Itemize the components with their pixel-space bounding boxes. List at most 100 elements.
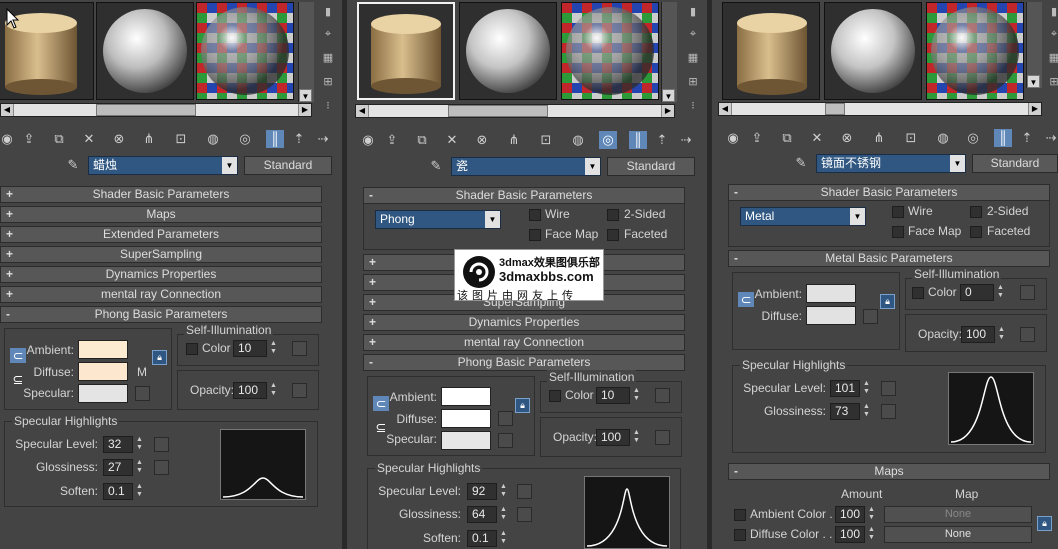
backlight-icon[interactable]: ⌖ xyxy=(320,26,336,42)
material-type-button[interactable]: Standard xyxy=(607,157,695,176)
backlight-icon[interactable]: ⌖ xyxy=(1046,26,1058,42)
spinner-arrows-icon[interactable]: ▲ ▼ xyxy=(861,403,872,420)
sample-slot-checker-sphere[interactable] xyxy=(926,2,1024,100)
specular-level-map-button[interactable] xyxy=(517,484,532,499)
sample-slots-vertical-scrollbar[interactable]: ▼ xyxy=(1026,2,1042,88)
sample-slots-vertical-scrollbar[interactable]: ▼ xyxy=(298,2,314,102)
chevron-down-icon[interactable]: ▼ xyxy=(585,158,600,175)
diffuse-map-button[interactable] xyxy=(498,411,513,426)
faceted-checkbox[interactable] xyxy=(607,229,619,241)
face-map-checkbox[interactable] xyxy=(529,229,541,241)
get-material-icon[interactable]: ◉ xyxy=(0,130,16,148)
opacity-map-button[interactable] xyxy=(292,383,307,398)
make-copy-icon[interactable]: ⊗ xyxy=(473,131,491,149)
scrollbar-thumb[interactable] xyxy=(96,104,196,116)
put-to-library-icon[interactable]: ⊡ xyxy=(172,130,190,148)
spinner-arrows-icon[interactable]: ▲ ▼ xyxy=(134,483,145,500)
ambient-color-map-button[interactable]: None xyxy=(884,506,1032,523)
material-name-field[interactable]: 镜面不锈钢 ▼ xyxy=(816,154,966,173)
lock-icon[interactable]: 🔒︎ xyxy=(152,350,167,365)
spinner-arrows-icon[interactable]: ▲ ▼ xyxy=(268,340,279,357)
spinner-arrows-icon[interactable]: ▲ ▼ xyxy=(498,483,509,500)
ambient-color-swatch[interactable] xyxy=(78,340,128,359)
sample-slots-horizontal-scrollbar[interactable]: ◀ ▶ xyxy=(718,102,1042,116)
shader-type-dropdown[interactable]: Phong ▼ xyxy=(375,210,501,229)
sample-slot-sphere[interactable] xyxy=(96,2,194,100)
reset-map-icon[interactable]: ✕ xyxy=(443,131,461,149)
scroll-right-icon[interactable]: ▶ xyxy=(661,105,674,117)
wire-checkbox[interactable] xyxy=(892,206,904,218)
go-forward-sibling-icon[interactable]: ⇢ xyxy=(314,130,332,148)
spinner-arrows-icon[interactable]: ▲ ▼ xyxy=(995,284,1006,301)
sample-slots-horizontal-scrollbar[interactable]: ◀ ▶ xyxy=(355,104,675,118)
faceted-checkbox[interactable] xyxy=(970,226,982,238)
scroll-left-icon[interactable]: ◀ xyxy=(356,105,369,117)
get-material-icon[interactable]: ◉ xyxy=(359,131,377,149)
glossiness-map-button[interactable] xyxy=(517,507,532,522)
sample-slot-cylinder[interactable] xyxy=(722,2,820,100)
show-end-result-icon[interactable]: ║ xyxy=(994,129,1012,147)
put-to-scene-icon[interactable]: ⇪ xyxy=(748,129,766,147)
reset-map-icon[interactable]: ✕ xyxy=(808,129,826,147)
make-copy-icon[interactable]: ⊗ xyxy=(838,129,856,147)
ambient-color-swatch[interactable] xyxy=(806,284,856,303)
put-to-scene-icon[interactable]: ⇪ xyxy=(20,130,38,148)
sample-slot-checker-sphere[interactable] xyxy=(561,2,659,100)
diffuse-map-button[interactable] xyxy=(863,309,878,324)
spinner-arrows-icon[interactable]: ▲ ▼ xyxy=(861,380,872,397)
uv-tiling-icon[interactable]: ⊞ xyxy=(1046,74,1058,90)
go-to-parent-icon[interactable]: ⇡ xyxy=(1018,129,1036,147)
rollout-mental-ray-connection[interactable]: + mental ray Connection xyxy=(363,334,685,351)
rollout-metal-basic-parameters[interactable]: - Metal Basic Parameters xyxy=(728,250,1050,267)
self-illum-spinner[interactable]: 0 ▲ ▼ xyxy=(960,284,1004,301)
ambient-color-swatch[interactable] xyxy=(441,387,491,406)
rollout-dynamics-properties[interactable]: + Dynamics Properties xyxy=(0,266,322,283)
go-forward-sibling-icon[interactable]: ⇢ xyxy=(677,131,695,149)
material-type-button[interactable]: Standard xyxy=(972,154,1058,173)
get-material-icon[interactable]: ◉ xyxy=(724,129,742,147)
two-sided-checkbox[interactable] xyxy=(607,209,619,221)
go-to-parent-icon[interactable]: ⇡ xyxy=(290,130,308,148)
soften-spinner[interactable]: 0.1 ▲ ▼ xyxy=(103,483,143,500)
scroll-down-icon[interactable]: ▼ xyxy=(662,89,675,102)
soften-spinner[interactable]: 0.1 ▲ ▼ xyxy=(467,530,507,547)
chevron-down-icon[interactable]: ▼ xyxy=(950,155,965,172)
specular-level-spinner[interactable]: 32 ▲ ▼ xyxy=(103,436,143,453)
rollout-phong-basic-parameters[interactable]: - Phong Basic Parameters xyxy=(0,306,322,323)
make-unique-icon[interactable]: ⋔ xyxy=(140,130,158,148)
diffuse-color-map-button[interactable]: None xyxy=(884,526,1032,543)
sample-slot-sphere[interactable] xyxy=(824,2,922,100)
video-color-check-icon[interactable]: ⁝ xyxy=(685,98,701,114)
spinner-arrows-icon[interactable]: ▲ ▼ xyxy=(498,530,509,547)
assign-material-icon[interactable]: ⧉ xyxy=(413,131,431,149)
material-name-field[interactable]: 蜡烛 ▼ xyxy=(88,156,238,175)
sample-type-icon[interactable]: ▮ xyxy=(320,4,336,20)
backlight-icon[interactable]: ⌖ xyxy=(685,26,701,42)
self-illum-color-checkbox[interactable] xyxy=(549,390,561,402)
background-icon[interactable]: ▦ xyxy=(685,50,701,66)
chevron-down-icon[interactable]: ▼ xyxy=(850,208,865,225)
rollout-dynamics-properties[interactable]: + Dynamics Properties xyxy=(363,314,685,331)
sample-type-icon[interactable]: ▮ xyxy=(1046,4,1058,20)
glossiness-map-button[interactable] xyxy=(154,460,169,475)
rollout-mental-ray-connection[interactable]: + mental ray Connection xyxy=(0,286,322,303)
rollout-shader-basic-parameters[interactable]: + Shader Basic Parameters xyxy=(0,186,322,203)
glossiness-map-button[interactable] xyxy=(881,404,896,419)
uv-tiling-icon[interactable]: ⊞ xyxy=(320,74,336,90)
pick-material-eyedropper-icon[interactable]: ✎ xyxy=(64,156,82,174)
sample-slots-vertical-scrollbar[interactable]: ▼ xyxy=(661,2,677,102)
material-name-field[interactable]: 瓷 ▼ xyxy=(451,157,601,176)
specular-color-swatch[interactable] xyxy=(441,431,491,450)
two-sided-checkbox[interactable] xyxy=(970,206,982,218)
glossiness-spinner[interactable]: 64 ▲ ▼ xyxy=(467,506,507,523)
sample-slot-checker-sphere[interactable] xyxy=(196,2,294,100)
show-end-result-icon[interactable]: ║ xyxy=(629,131,647,149)
opacity-spinner[interactable]: 100 ▲ ▼ xyxy=(233,382,277,399)
scroll-right-icon[interactable]: ▶ xyxy=(1028,103,1041,115)
chevron-down-icon[interactable]: ▼ xyxy=(485,211,500,228)
self-illum-map-button[interactable] xyxy=(292,341,307,356)
rollout-maps[interactable]: - Maps xyxy=(728,463,1050,480)
rollout-supersampling[interactable]: + SuperSampling xyxy=(0,246,322,263)
sample-slots-horizontal-scrollbar[interactable]: ◀ ▶ xyxy=(0,103,312,117)
uv-tiling-icon[interactable]: ⊞ xyxy=(685,74,701,90)
